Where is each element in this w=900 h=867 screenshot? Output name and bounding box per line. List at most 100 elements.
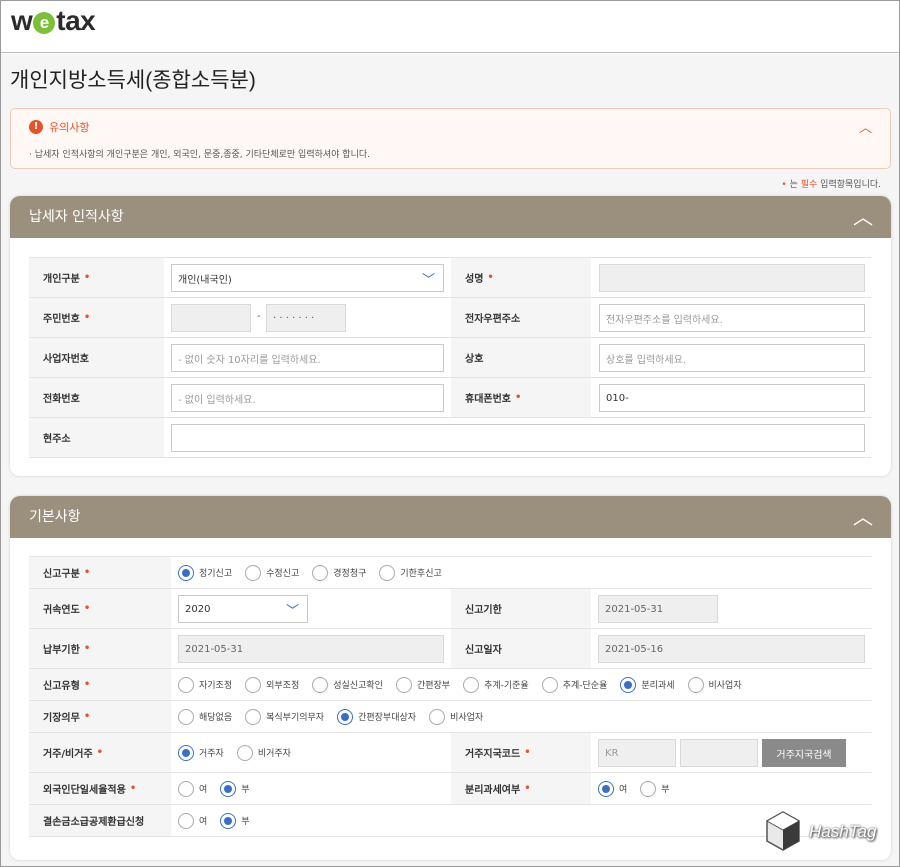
radio-circle[interactable] (337, 708, 354, 725)
required-post: 입력항목입니다. (817, 180, 881, 190)
required-star: • (83, 312, 91, 323)
radio-circle[interactable] (620, 676, 637, 693)
radio-circle[interactable] (178, 812, 194, 829)
phone-field[interactable]: - 없이 입력하세요. (171, 384, 444, 412)
radio-circle[interactable] (178, 564, 194, 581)
radio-yes[interactable]: 여 (178, 812, 208, 829)
radio-circle[interactable] (220, 780, 237, 797)
radio-no[interactable]: 부 (220, 812, 250, 829)
radio-circle[interactable] (245, 708, 262, 725)
type-select[interactable]: 개인(내국인) ﹀ (171, 264, 444, 292)
header: w e tax (1, 1, 899, 53)
radio-label: 여 (619, 785, 628, 795)
label-text: 납부기한 (43, 645, 80, 656)
radio-label: 부 (661, 785, 670, 795)
taxpayer-section: 납세자 인적사항 ︿ 개인구분 • 개인(내국인) ﹀ 성명 • 주민번호 • - · ·… (10, 196, 891, 476)
radio-simple-target[interactable]: 간편장부대상자 (337, 708, 416, 725)
radio-circle[interactable] (312, 564, 329, 581)
email-field[interactable]: 전자우편주소를 입력하세요. (599, 304, 865, 332)
radio-amend[interactable]: 수정신고 (245, 564, 299, 581)
radio-resident[interactable]: 거주자 (178, 744, 224, 761)
radio-circle[interactable] (178, 676, 194, 693)
radio-external-adjust[interactable]: 외부조정 (245, 676, 300, 693)
chevron-up-icon[interactable]: ︿ (859, 117, 872, 136)
label-text: 귀속연도 (43, 605, 80, 616)
label-text: 전자우편주소 (465, 314, 521, 325)
pay-deadline-field: 2021-05-31 (178, 635, 444, 663)
radio-circle[interactable] (598, 780, 614, 797)
radio-self-adjust[interactable]: 자기조정 (178, 676, 232, 693)
radio-circle[interactable] (178, 744, 194, 761)
radio-circle[interactable] (245, 676, 262, 693)
company-field[interactable]: 상호를 입력하세요. (599, 344, 865, 372)
label-text: 기장의무 (43, 713, 80, 724)
address-field[interactable] (171, 424, 865, 452)
label-text: 상호 (465, 354, 484, 365)
radio-none[interactable]: 해당없음 (178, 708, 232, 725)
radio-circle[interactable] (395, 676, 412, 693)
radio-late[interactable]: 기한후신고 (379, 564, 442, 581)
field-value: 010- (606, 392, 629, 404)
section-header[interactable]: 납세자 인적사항 ︿ (10, 196, 891, 238)
required-star: • (83, 272, 91, 283)
radio-circle[interactable] (178, 780, 194, 797)
label-text: 주민번호 (43, 314, 80, 325)
radio-circle[interactable] (541, 676, 558, 693)
required-word: 필수 (800, 180, 818, 190)
radio-circle[interactable] (220, 812, 237, 829)
radio-no[interactable]: 부 (220, 780, 250, 797)
radio-label: 정기신고 (199, 569, 233, 579)
country-code-field: KR (598, 739, 676, 767)
required-star: • (524, 783, 531, 794)
radio-separate-tax[interactable]: 분리과세 (620, 676, 675, 693)
radio-non-business[interactable]: 비사업자 (687, 676, 742, 693)
name-field[interactable] (599, 264, 865, 292)
placeholder: - 없이 숫자 10자리를 입력하세요. (178, 354, 321, 366)
radio-faithful[interactable]: 성실신고확인 (312, 676, 383, 693)
loss-refund-radios: 여 부 (178, 805, 263, 836)
rrn-front-field[interactable] (171, 304, 251, 332)
form-row: 개인구분 • 개인(내국인) ﹀ 성명 • (29, 258, 871, 298)
radio-label: 간편장부 (416, 681, 451, 691)
section-header[interactable]: 기본사항 ︿ (10, 496, 891, 538)
label-text: 신고구분 (43, 569, 80, 580)
radio-regular[interactable]: 정기신고 (178, 564, 233, 581)
radio-label: 여 (199, 817, 208, 827)
notice-text: · 납세자 인적사항의 개인구분은 개인, 외국인, 문중,종중, 기타단체로만… (29, 150, 370, 160)
radio-yes[interactable]: 여 (598, 780, 628, 797)
rrn-back-field[interactable]: · · · · · · · (266, 304, 346, 332)
radio-circle[interactable] (640, 780, 657, 797)
radio-simple-book[interactable]: 간편장부 (395, 676, 451, 693)
radio-circle[interactable] (379, 564, 396, 581)
bizno-field[interactable]: - 없이 숫자 10자리를 입력하세요. (171, 344, 444, 372)
radio-no[interactable]: 부 (640, 780, 670, 797)
radio-correction[interactable]: 경정청구 (312, 564, 366, 581)
radio-estimate-standard[interactable]: 추계-기준율 (463, 676, 529, 693)
radio-label: 외부조정 (266, 681, 300, 691)
logo-suffix: tax (56, 5, 96, 36)
radio-non-business[interactable]: 비사업자 (429, 708, 483, 725)
radio-circle[interactable] (429, 708, 446, 725)
mobile-field[interactable]: 010- (599, 384, 865, 412)
radio-yes[interactable]: 여 (178, 780, 207, 797)
radio-circle[interactable] (687, 676, 704, 693)
placeholder: 상호를 입력하세요. (606, 354, 686, 366)
radio-circle[interactable] (312, 676, 329, 693)
label-text: 신고기한 (465, 605, 502, 616)
collapse-icon[interactable]: ︿ (853, 496, 873, 538)
radio-estimate-simple[interactable]: 추계-단순율 (541, 676, 607, 693)
radio-circle[interactable] (178, 708, 194, 725)
logo-e: e (33, 12, 56, 34)
year-select[interactable]: 2020 ﹀ (178, 595, 308, 623)
radio-circle[interactable] (463, 676, 480, 693)
radio-double-entry[interactable]: 복식부기의무자 (245, 708, 324, 725)
page-title: 개인지방소득세(종합소득분) (10, 69, 256, 92)
radio-non-resident[interactable]: 비거주자 (236, 744, 291, 761)
radio-circle[interactable] (245, 564, 262, 581)
collapse-icon[interactable]: ︿ (853, 196, 873, 238)
radio-label: 기한후신고 (400, 569, 442, 579)
radio-circle[interactable] (236, 744, 253, 761)
chevron-down-icon: ﹀ (421, 273, 435, 288)
country-search-button[interactable]: 거주지국검색 (762, 739, 846, 767)
wetax-logo[interactable]: w e tax (11, 5, 96, 37)
